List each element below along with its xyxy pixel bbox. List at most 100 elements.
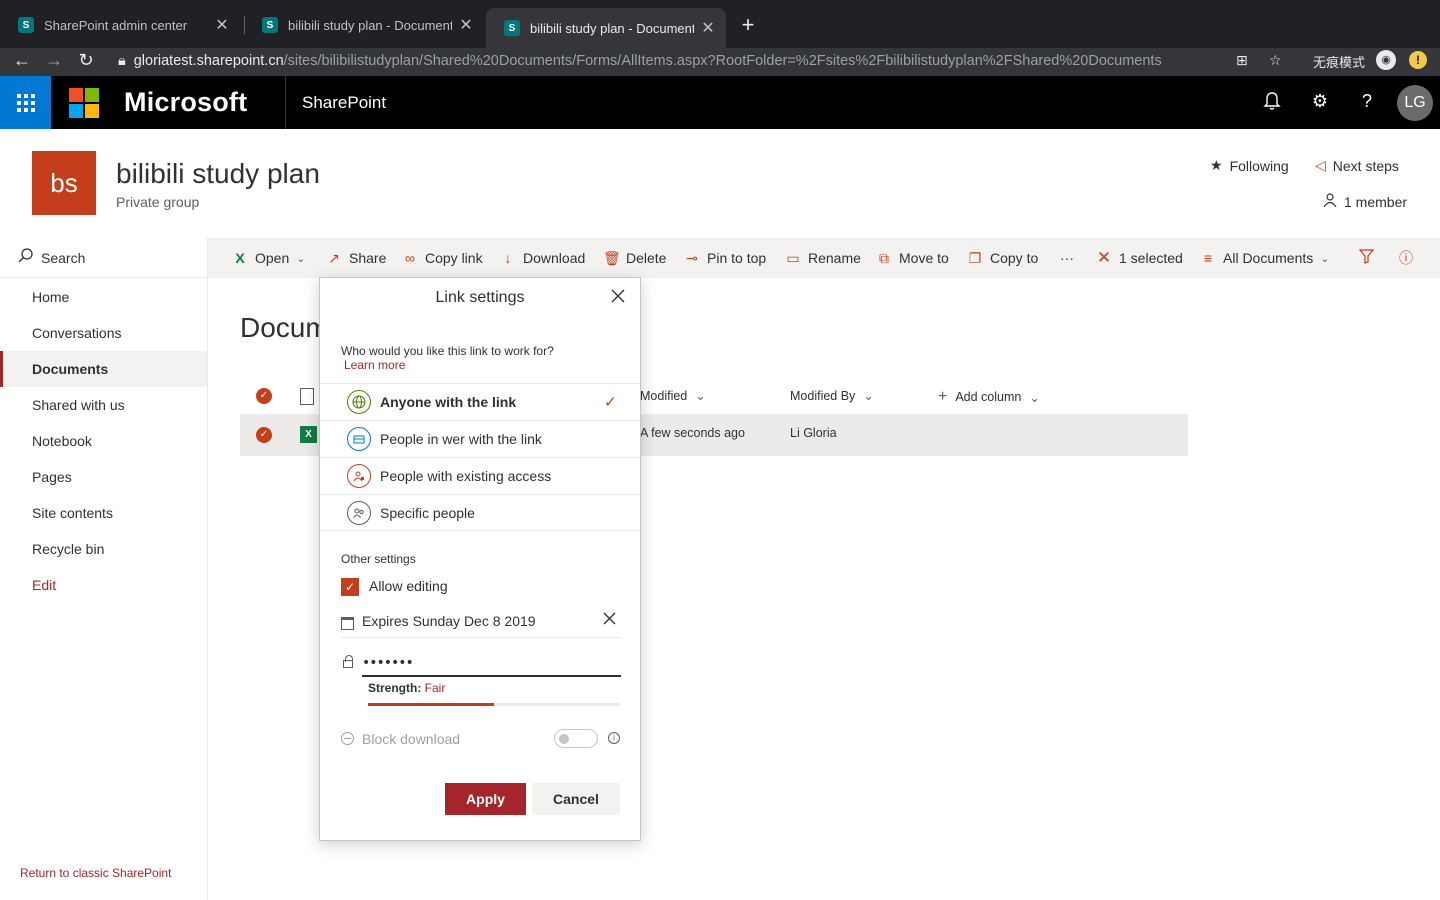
- rename-label: Rename: [808, 250, 861, 266]
- close-icon: ✕: [1096, 248, 1112, 267]
- lock-icon: 🔒︎: [118, 53, 126, 69]
- copy-to-button[interactable]: ❐ Copy to: [967, 238, 1039, 278]
- block-download-toggle[interactable]: [554, 729, 598, 748]
- star-filled-icon: ★: [1210, 157, 1223, 173]
- back-icon[interactable]: ←: [10, 50, 34, 71]
- column-header-modified-by[interactable]: Modified By ⌄: [790, 388, 874, 404]
- pin-to-top-button[interactable]: ⊸ Pin to top: [684, 238, 766, 278]
- close-tab-icon[interactable]: ✕: [458, 15, 474, 35]
- forward-icon[interactable]: →: [42, 50, 66, 71]
- column-header-modified[interactable]: Modified ⌄: [640, 388, 706, 404]
- pin-icon: ⊸: [686, 249, 698, 266]
- url-field[interactable]: 🔒︎ gloriatest.sharepoint.cn/sites/bilibil…: [118, 53, 1162, 69]
- members-button[interactable]: 1 member: [1323, 193, 1407, 210]
- cancel-button[interactable]: Cancel: [532, 783, 620, 815]
- nav-item-notebook[interactable]: Notebook: [0, 423, 207, 459]
- strength-meter: [368, 703, 620, 706]
- chevron-down-icon: ⌄: [1320, 252, 1330, 265]
- trash-icon: 🗑︎: [603, 249, 621, 266]
- delete-button[interactable]: 🗑︎ Delete: [603, 238, 666, 278]
- option-existing-access[interactable]: People with existing access: [320, 457, 640, 494]
- more-actions-button[interactable]: ···: [1060, 238, 1074, 278]
- nav-item-pages[interactable]: Pages: [0, 459, 207, 495]
- rename-icon: ▭: [786, 249, 800, 266]
- new-tab-icon[interactable]: +: [736, 12, 760, 38]
- browser-tab-admin-center[interactable]: S SharePoint admin center ✕: [0, 8, 240, 42]
- next-steps-button[interactable]: ◁ Next steps: [1315, 157, 1399, 174]
- select-all-check-icon[interactable]: ✓: [256, 388, 272, 404]
- learn-more-link[interactable]: Learn more: [344, 358, 405, 372]
- next-steps-label: Next steps: [1332, 157, 1399, 174]
- nav-item-home[interactable]: Home: [0, 279, 207, 315]
- info-pane-button[interactable]: ⓘ: [1398, 238, 1414, 278]
- share-icon: ↗: [328, 249, 340, 266]
- pin-label: Pin to top: [707, 250, 767, 266]
- filter-button[interactable]: [1358, 238, 1374, 278]
- settings-gear-icon[interactable]: ⚙: [1308, 91, 1332, 115]
- return-to-classic-link[interactable]: Return to classic SharePoint: [20, 866, 171, 880]
- password-input[interactable]: [362, 651, 621, 677]
- incognito-icon[interactable]: ◉: [1376, 50, 1396, 70]
- copy-icon: ❐: [968, 249, 982, 266]
- nav-item-conversations[interactable]: Conversations: [0, 315, 207, 351]
- option-people-in-org[interactable]: People in wer with the link: [320, 420, 640, 457]
- modified-header-label: Modified: [640, 388, 688, 403]
- user-avatar[interactable]: LG: [1397, 85, 1433, 121]
- star-icon[interactable]: ☆: [1269, 52, 1282, 69]
- apply-button[interactable]: Apply: [445, 783, 526, 815]
- nav-item-shared-with-us[interactable]: Shared with us: [0, 387, 207, 423]
- download-button[interactable]: ↓ Download: [500, 238, 586, 278]
- update-alert-icon[interactable]: !: [1409, 51, 1427, 69]
- view-switcher[interactable]: ≡ All Documents ⌄: [1200, 238, 1330, 278]
- option-label: Specific people: [380, 504, 475, 521]
- app-launcher-button[interactable]: [0, 76, 51, 129]
- site-logo[interactable]: bs: [32, 151, 96, 215]
- expiration-date-field[interactable]: Expires Sunday Dec 8 2019: [341, 608, 621, 638]
- block-download-row: Block download i: [341, 729, 621, 751]
- nav-item-documents[interactable]: Documents: [0, 351, 207, 387]
- close-dialog-icon[interactable]: [608, 287, 628, 307]
- option-specific-people[interactable]: Specific people: [320, 494, 640, 531]
- open-button[interactable]: X Open ⌄: [232, 238, 305, 278]
- info-icon: ⓘ: [1399, 250, 1413, 266]
- members-label: 1 member: [1344, 193, 1408, 210]
- row-modified-by[interactable]: Li Gloria: [790, 426, 837, 440]
- site-title[interactable]: bilibili study plan: [116, 158, 320, 190]
- allow-editing-checkbox[interactable]: ✓: [341, 578, 359, 596]
- close-tab-icon[interactable]: ✕: [214, 15, 230, 35]
- allow-editing-label[interactable]: Allow editing: [369, 578, 448, 594]
- browser-tab-documents[interactable]: S bilibili study plan - Documents ✕: [244, 8, 484, 42]
- search-icon: [18, 248, 33, 267]
- row-modified: A few seconds ago: [640, 426, 745, 440]
- nav-item-site-contents[interactable]: Site contents: [0, 495, 207, 531]
- modified-by-header-label: Modified By: [790, 388, 856, 403]
- help-icon[interactable]: ?: [1355, 91, 1379, 115]
- clear-selection-button[interactable]: ✕ 1 selected: [1096, 238, 1183, 278]
- app-name-link[interactable]: SharePoint: [302, 93, 386, 113]
- incognito-label: 无痕模式: [1313, 55, 1366, 70]
- plus-icon: +: [938, 388, 948, 405]
- close-tab-icon[interactable]: ✕: [700, 18, 716, 38]
- translate-icon[interactable]: ⊞: [1236, 52, 1248, 69]
- download-label: Download: [523, 250, 586, 266]
- browser-tab-documents-active[interactable]: S bilibili study plan - Documents ✕: [486, 8, 726, 48]
- following-button[interactable]: ★ Following: [1210, 157, 1289, 174]
- block-icon: [341, 732, 354, 745]
- nav-item-recycle-bin[interactable]: Recycle bin: [0, 531, 207, 567]
- add-column-button[interactable]: + Add column ⌄: [938, 388, 1040, 406]
- rename-button[interactable]: ▭ Rename: [785, 238, 861, 278]
- row-check-icon[interactable]: ✓: [256, 427, 272, 443]
- site-subtitle: Private group: [116, 194, 200, 210]
- microsoft-brand[interactable]: Microsoft: [124, 87, 247, 118]
- nav-edit-link[interactable]: Edit: [0, 567, 207, 603]
- reload-icon[interactable]: ↻: [74, 50, 98, 71]
- option-anyone-with-link[interactable]: Anyone with the link ✓: [320, 383, 640, 420]
- copy-link-button[interactable]: ∞ Copy link: [402, 238, 483, 278]
- expiration-text: Expires Sunday Dec 8 2019: [362, 613, 536, 629]
- notifications-bell-icon[interactable]: [1260, 91, 1284, 115]
- clear-expiration-icon[interactable]: [603, 609, 616, 630]
- share-button[interactable]: ↗ Share: [326, 238, 386, 278]
- info-icon[interactable]: i: [608, 732, 620, 744]
- move-to-button[interactable]: ⧉ Move to: [876, 238, 949, 278]
- search-input[interactable]: Search: [0, 238, 207, 278]
